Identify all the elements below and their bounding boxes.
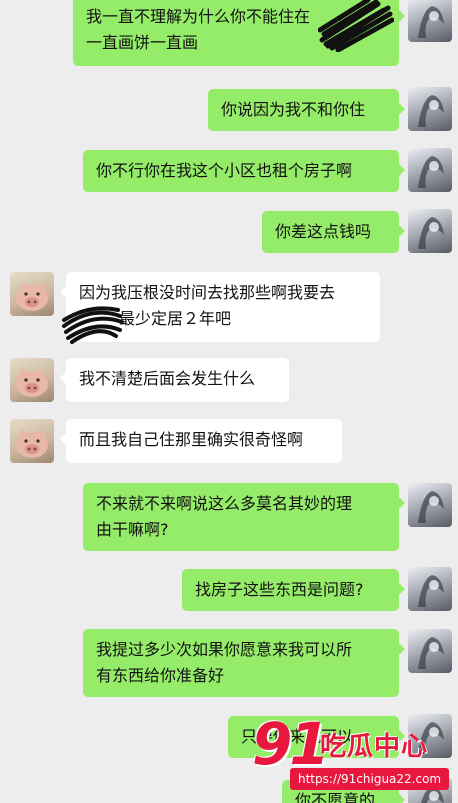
avatar-other[interactable] xyxy=(10,419,54,463)
message-text: 你差这点钱吗 xyxy=(275,222,372,241)
avatar-self[interactable] xyxy=(408,567,452,611)
message-bubble-self[interactable]: 我提过多少次如果你愿意来我可以所 有东西给你准备好 xyxy=(83,629,405,697)
avatar-self[interactable] xyxy=(408,0,452,42)
redaction-scribble xyxy=(62,306,124,344)
watermark-url: https://91chigua22.com xyxy=(290,768,450,790)
message-line: 由干嘛啊? xyxy=(96,520,169,539)
message-bubble-other[interactable]: 我不清楚后面会发生什么 xyxy=(60,358,289,402)
message-line: 我提过多少次如果你愿意来我可以所 xyxy=(96,640,353,659)
message-bubble-other[interactable]: 而且我自己住那里确实很奇怪啊 xyxy=(60,419,342,463)
message-line: 不来就不来啊说这么多莫名其妙的理 xyxy=(96,494,353,513)
message-bubble-self[interactable]: 你不行你在我这个小区也租个房子啊 xyxy=(83,150,405,192)
message-text: 而且我自己住那里确实很奇怪啊 xyxy=(79,430,304,449)
message-bubble-self[interactable]: 找房子这些东西是问题? xyxy=(182,569,405,611)
message-text: 我不清楚后面会发生什么 xyxy=(79,369,256,388)
avatar-other[interactable] xyxy=(10,272,54,316)
avatar-self[interactable] xyxy=(408,148,452,192)
watermark-name: 吃瓜中心 xyxy=(320,732,429,762)
watermark-number: 91 xyxy=(252,710,330,778)
message-bubble-self[interactable]: 不来就不来啊说这么多莫名其妙的理 由干嘛啊? xyxy=(83,483,405,551)
avatar-self[interactable] xyxy=(408,483,452,527)
redaction-scribble xyxy=(318,0,394,52)
message-text: 你说因为我不和你住 xyxy=(221,100,366,119)
message-text: 你不行你在我这个小区也租个房子啊 xyxy=(96,161,353,180)
site-watermark: 91 吃瓜中心 https://91chigua22.com xyxy=(248,712,458,803)
message-text: 找房子这些东西是问题? xyxy=(195,580,364,599)
avatar-self[interactable] xyxy=(408,629,452,673)
avatar-self[interactable] xyxy=(408,87,452,131)
avatar-self[interactable] xyxy=(408,209,452,253)
message-line: 有东西给你准备好 xyxy=(96,666,225,685)
chat-window[interactable]: 我一直不理解为什么你不能住在 一直画饼一直画 你说因为我不和你住 你不行你在我这… xyxy=(0,0,458,803)
avatar-other[interactable] xyxy=(10,358,54,402)
message-bubble-self[interactable]: 你差这点钱吗 xyxy=(262,211,405,253)
message-bubble-self[interactable]: 你说因为我不和你住 xyxy=(208,89,405,131)
